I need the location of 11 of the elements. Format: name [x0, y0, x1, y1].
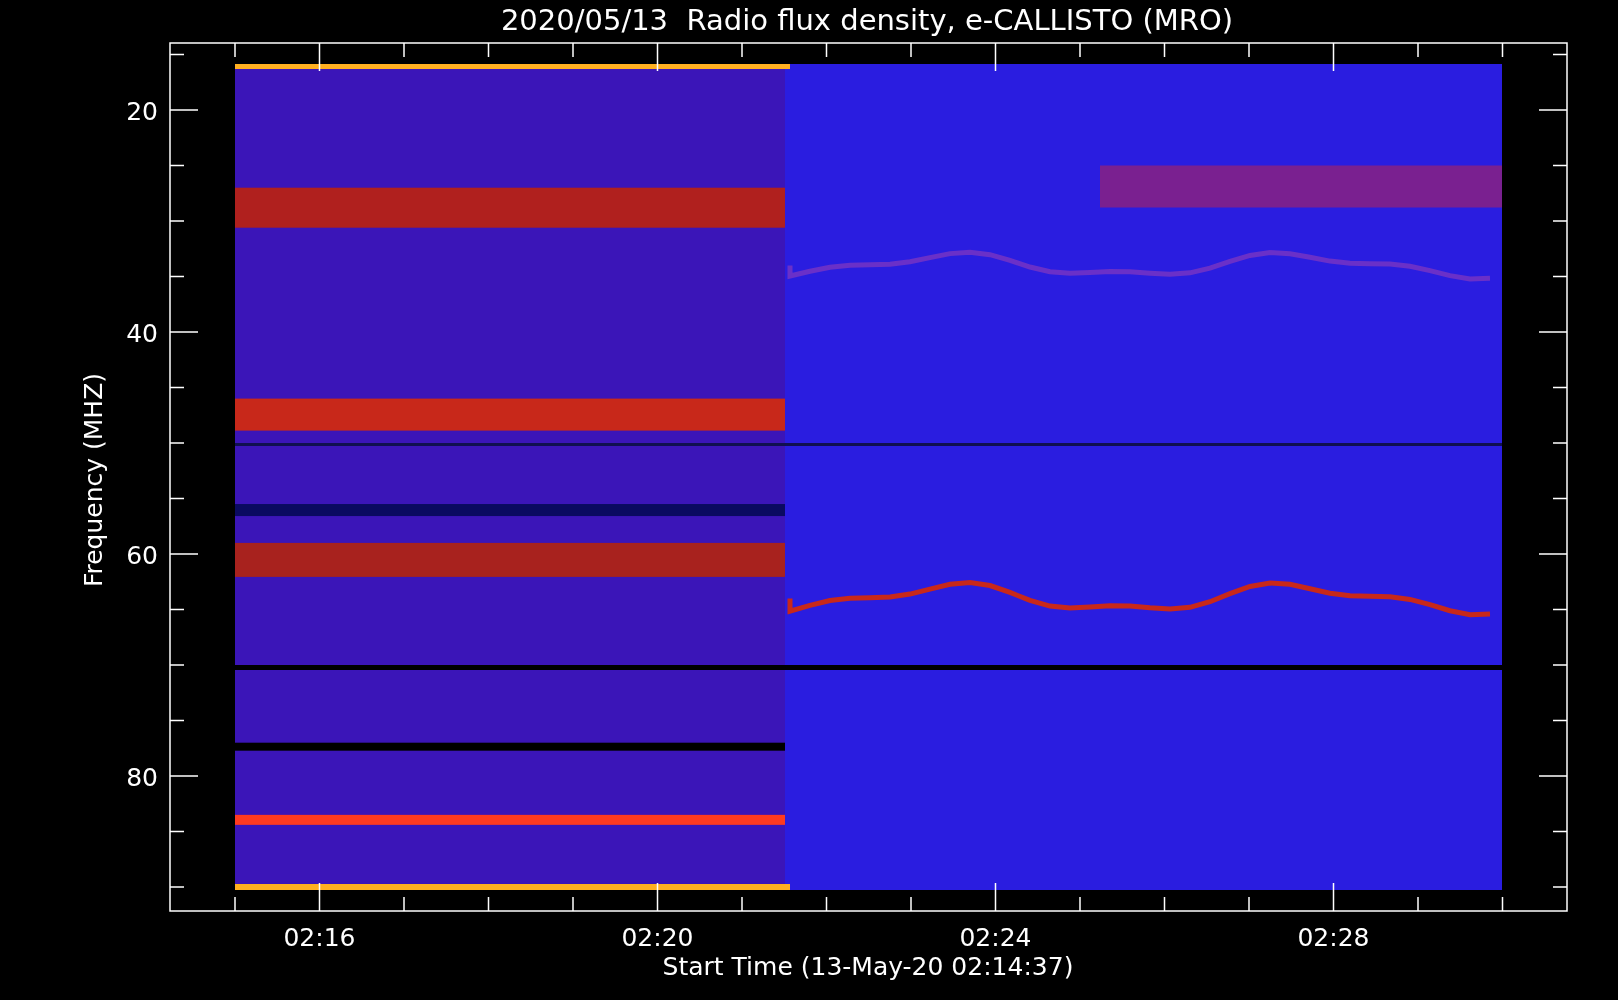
- y-tick-label: 40: [126, 319, 158, 348]
- y-axis-label: Frequency (MHZ): [79, 372, 108, 588]
- x-tick-label: 02:24: [959, 923, 1032, 952]
- y-tick-label: 80: [126, 763, 158, 792]
- chart-title: 2020/05/13 Radio flux density, e-CALLISTO (MRO): [500, 3, 1234, 37]
- x-axis-label: Start Time (13-May-20 02:14:37): [662, 952, 1074, 981]
- x-tick-label: 02:28: [1297, 923, 1370, 952]
- x-tick-label: 02:20: [621, 923, 694, 952]
- x-tick-label: 02:16: [283, 923, 356, 952]
- y-tick-label: 20: [126, 97, 158, 126]
- y-tick-label: 60: [126, 541, 158, 570]
